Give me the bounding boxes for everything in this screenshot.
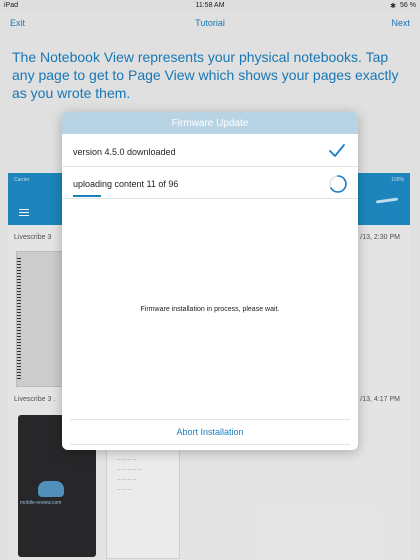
checkmark-icon xyxy=(329,144,345,157)
download-step-row: version 4.5.0 downloaded xyxy=(62,136,358,167)
dialog-header: Firmware Update xyxy=(62,112,358,134)
download-step-label: version 4.5.0 downloaded xyxy=(73,147,176,157)
upload-step-label: uploading content 11 of 96 xyxy=(73,179,179,189)
upload-step-row: uploading content 11 of 96 xyxy=(62,168,358,199)
footer-divider xyxy=(70,419,350,420)
firmware-update-dialog: Firmware Update version 4.5.0 downloaded… xyxy=(62,112,358,450)
abort-installation-button[interactable]: Abort Installation xyxy=(62,421,358,443)
status-message: Firmware installation in process, please… xyxy=(140,306,280,313)
spinner-icon xyxy=(329,175,347,193)
footer-divider-bottom xyxy=(70,444,350,445)
dialog-title: Firmware Update xyxy=(171,118,249,129)
upload-progress-bar xyxy=(73,195,101,197)
